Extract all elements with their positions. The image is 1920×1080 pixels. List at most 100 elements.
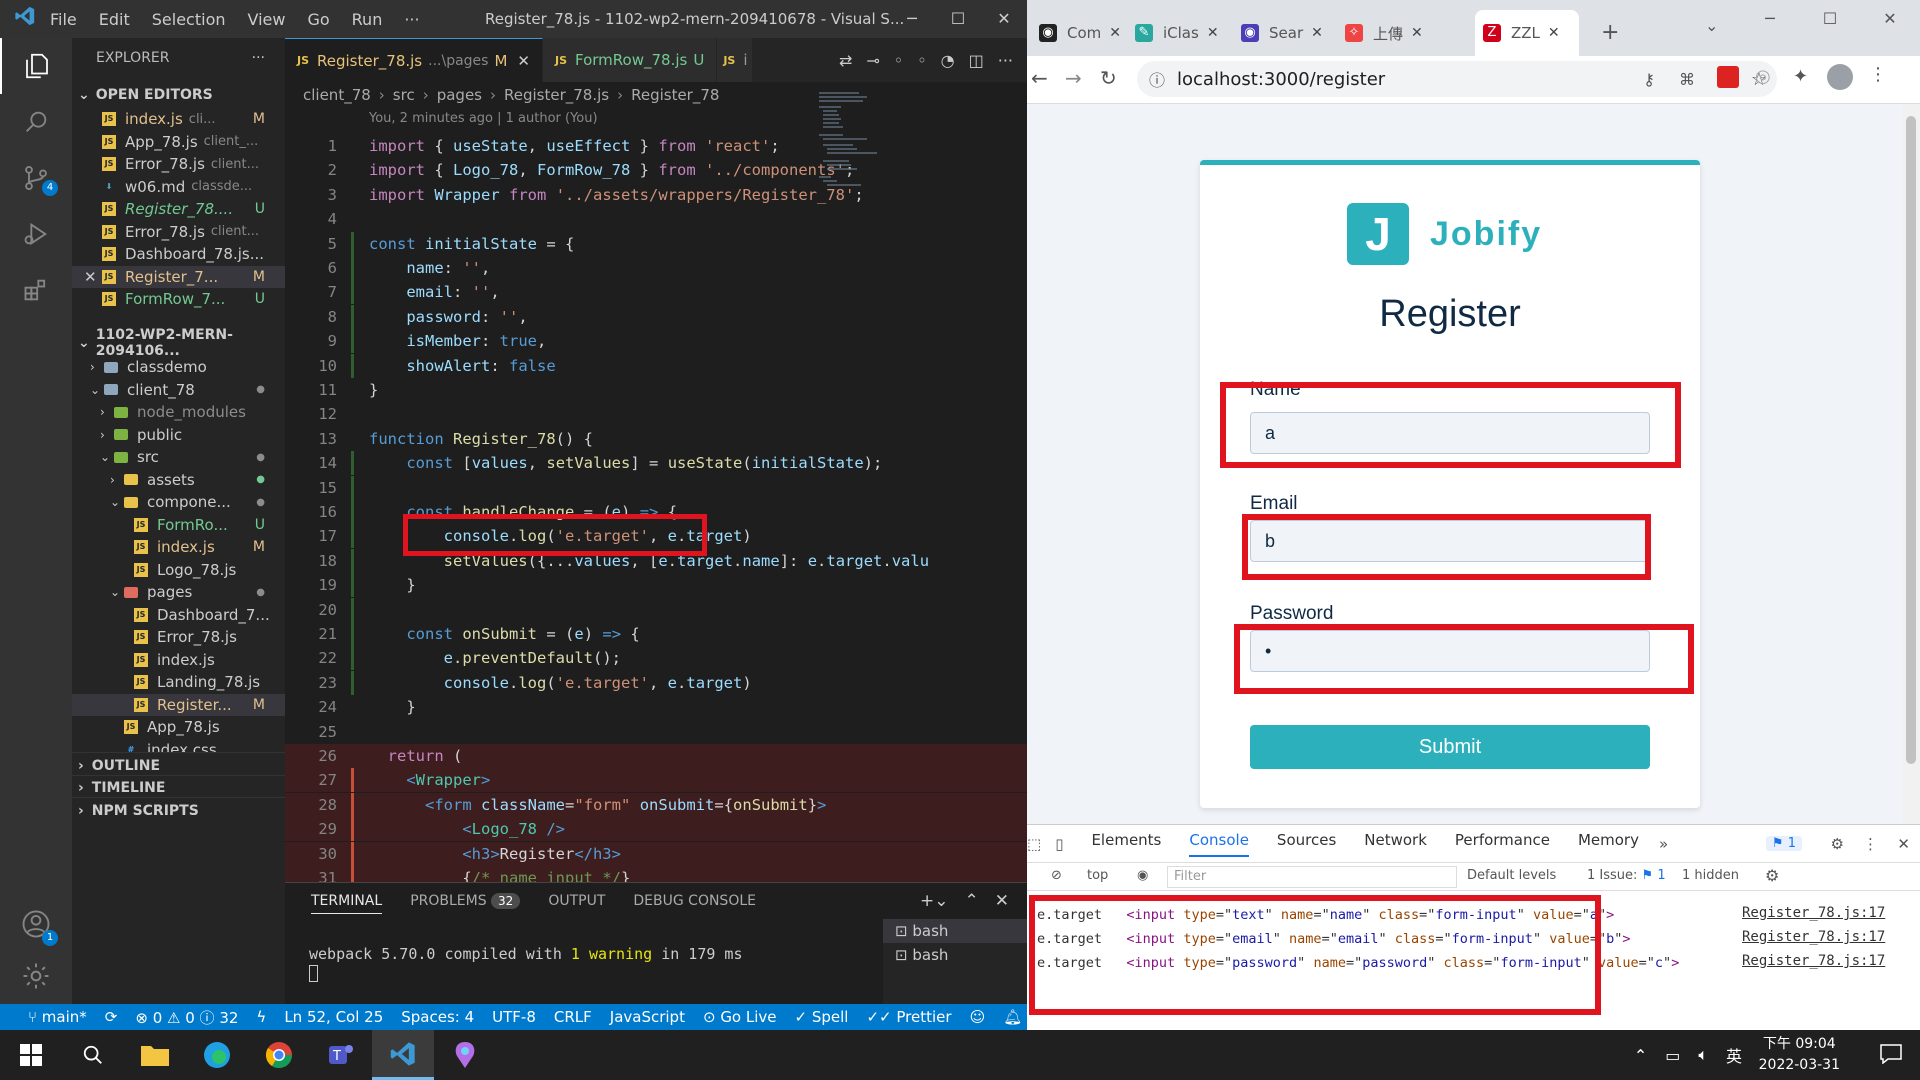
open-editor-item[interactable]: ⬇ w06.md classde... xyxy=(72,176,285,198)
close-tab-icon[interactable]: ✕ xyxy=(1109,25,1121,41)
git-commit-icon[interactable]: ⊸ xyxy=(866,51,879,70)
breadcrumb-item[interactable]: src xyxy=(393,86,415,104)
close-panel-icon[interactable]: ✕ xyxy=(995,891,1009,911)
code-line[interactable]: 26 return ( xyxy=(285,744,1027,768)
open-editor-item[interactable]: JS App_78.js client_... xyxy=(72,131,285,153)
file-explorer-icon[interactable] xyxy=(124,1030,186,1080)
git-next-icon[interactable]: ◦ xyxy=(917,51,926,70)
search-icon[interactable] xyxy=(0,94,72,150)
forward-icon[interactable]: → xyxy=(1065,66,1082,90)
tab-search-icon[interactable]: ⌄ xyxy=(1705,16,1718,35)
code-line[interactable]: 13 function Register_78() { xyxy=(285,427,1027,451)
open-editor-item[interactable]: JS Register_78.... U xyxy=(72,198,285,220)
tree-file[interactable]: JS Landing_78.js xyxy=(72,671,285,693)
open-editor-item[interactable]: JS Dashboard_78.js... xyxy=(72,243,285,265)
menu-item[interactable]: Selection xyxy=(152,10,226,29)
git-prev-icon[interactable]: ◦ xyxy=(894,51,903,70)
new-tab-icon[interactable]: + xyxy=(1601,20,1619,45)
more-actions-icon[interactable]: ··· xyxy=(252,50,265,66)
code-line[interactable]: 4 xyxy=(285,207,1027,231)
tab-formrow[interactable]: JS FormRow_78.js U xyxy=(542,38,718,82)
tree-file[interactable]: JS Register... M xyxy=(72,693,285,716)
issues-link[interactable]: 1 Issue: ⚑ 1 xyxy=(1587,868,1666,883)
open-editors-section[interactable]: ⌄ OPEN EDITORS xyxy=(72,82,285,108)
timeline-icon[interactable]: ◔ xyxy=(941,51,955,70)
code-line[interactable]: 27 <Wrapper> xyxy=(285,768,1027,793)
prettier-button[interactable]: ✓✓ Prettier xyxy=(866,1008,951,1026)
menu-item[interactable]: View xyxy=(248,10,286,29)
close-icon[interactable]: ✕ xyxy=(981,0,1027,38)
tab-output[interactable]: OUTPUT xyxy=(548,893,605,914)
close-tab-icon[interactable]: ✕ xyxy=(1311,25,1323,41)
tab-debug-console[interactable]: DEBUG CONSOLE xyxy=(633,893,756,914)
language-mode[interactable]: JavaScript xyxy=(610,1008,685,1026)
app-balloon-icon[interactable] xyxy=(434,1030,496,1080)
terminal-shell-item[interactable]: ⊡ bash xyxy=(883,919,1027,943)
tab-problems[interactable]: PROBLEMS 32 xyxy=(410,893,521,914)
breadcrumb-item[interactable]: Register_78.js xyxy=(504,86,609,104)
close-tab-icon[interactable]: ✕ xyxy=(1548,25,1560,41)
extension-gray-icon[interactable]: ◎ xyxy=(1755,66,1771,87)
console-source-link[interactable]: Register_78.js:17 xyxy=(1742,905,1885,921)
tree-folder[interactable]: ⌄ compone... ● xyxy=(72,491,285,513)
run-debug-icon[interactable] xyxy=(0,206,72,262)
terminal-shell-item[interactable]: ⊡ bash xyxy=(883,943,1027,967)
devtools-tab-network[interactable]: Network xyxy=(1364,831,1427,857)
code-line[interactable]: 19 } xyxy=(285,573,1027,598)
code-line[interactable]: 21 const onSubmit = (e) => { xyxy=(285,622,1027,646)
open-editor-item[interactable]: ✕ JS Register_7... M xyxy=(72,265,285,288)
source-control-icon[interactable]: 4 xyxy=(0,150,72,206)
terminal-output[interactable]: webpack 5.70.0 compiled with 1 warning i… xyxy=(309,945,743,963)
minimap[interactable] xyxy=(817,90,877,198)
teams-icon[interactable]: T xyxy=(310,1030,372,1080)
open-editor-item[interactable]: JS Error_78.js client... xyxy=(72,221,285,243)
code-line[interactable]: 1 import { useState, useEffect } from 're… xyxy=(285,134,1027,158)
tab-register[interactable]: JS Register_78.js ...\pages M ✕ xyxy=(285,38,543,82)
scrollbar-thumb[interactable] xyxy=(1906,116,1916,764)
split-editor-icon[interactable]: ◫ xyxy=(969,51,984,70)
code-line[interactable]: 22 e.preventDefault(); xyxy=(285,646,1027,671)
more-tabs-icon[interactable]: » xyxy=(1659,835,1668,853)
tab-terminal[interactable]: TERMINAL xyxy=(311,893,383,914)
browser-tab[interactable]: ✎ iClas ✕ xyxy=(1135,18,1227,48)
chrome-icon[interactable] xyxy=(248,1030,310,1080)
menu-item[interactable]: Edit xyxy=(99,10,130,29)
browser-tab[interactable]: ◉ Sear ✕ xyxy=(1241,18,1333,48)
devtools-menu-icon[interactable]: ⋮ xyxy=(1863,835,1878,853)
close-tab-icon[interactable]: ✕ xyxy=(1411,25,1423,41)
context-selector[interactable]: top xyxy=(1087,868,1108,883)
console-filter-input[interactable]: Filter xyxy=(1167,866,1457,888)
breadcrumb-item[interactable]: pages xyxy=(437,86,482,104)
minimize-icon[interactable]: ─ xyxy=(1740,0,1800,38)
console-settings-icon[interactable]: ⚙ xyxy=(1765,866,1779,885)
code-line[interactable]: 25 xyxy=(285,720,1027,744)
devtools-settings-icon[interactable]: ⚙ xyxy=(1831,835,1844,853)
edge-icon[interactable] xyxy=(186,1030,248,1080)
notifications-icon[interactable]: 🔔︎ xyxy=(1003,1008,1022,1026)
code-line[interactable]: 6 name: '', xyxy=(285,256,1027,280)
tree-file[interactable]: JS Dashboard_7... xyxy=(72,604,285,626)
minimize-icon[interactable]: ─ xyxy=(889,0,935,38)
devtools-tab-memory[interactable]: Memory xyxy=(1578,831,1639,857)
extension-red-icon[interactable] xyxy=(1717,66,1739,88)
code-line[interactable]: 12 xyxy=(285,402,1027,426)
menu-item[interactable]: Go xyxy=(307,10,329,29)
cursor-position[interactable]: Ln 52, Col 25 xyxy=(284,1008,383,1026)
code-line[interactable]: 7 email: '', xyxy=(285,280,1027,305)
spell-button[interactable]: ✓ Spell xyxy=(795,1008,849,1026)
network-icon[interactable]: ▭ xyxy=(1665,1046,1680,1065)
sync-icon[interactable]: ⟳ xyxy=(105,1008,118,1026)
close-icon[interactable]: ✕ xyxy=(1860,0,1920,38)
profile-avatar[interactable] xyxy=(1827,64,1853,90)
code-line[interactable]: 9 isMember: true, xyxy=(285,329,1027,354)
eye-icon[interactable]: ◉ xyxy=(1137,868,1148,883)
open-editor-item[interactable]: JS FormRow_7... U xyxy=(72,288,285,310)
breadcrumb-item[interactable]: client_78 xyxy=(303,86,371,104)
code-line[interactable]: 15 xyxy=(285,475,1027,500)
menu-item[interactable]: File xyxy=(50,10,77,29)
extensions-puzzle-icon[interactable]: ✦ xyxy=(1793,66,1808,87)
maximize-panel-icon[interactable]: ⌃ xyxy=(965,891,979,911)
code-line[interactable]: 5 const initialState = { xyxy=(285,231,1027,256)
menu-item[interactable]: Run xyxy=(352,10,383,29)
console-source-link[interactable]: Register_78.js:17 xyxy=(1742,929,1885,945)
